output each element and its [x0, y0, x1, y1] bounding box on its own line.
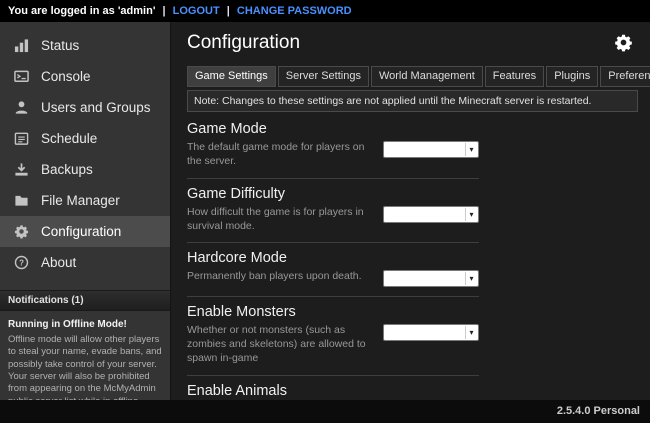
sidebar-item-label: Schedule [41, 131, 97, 146]
setting-row: Enable Animals Whether or not friendly a… [187, 376, 479, 400]
separator: | [227, 5, 230, 17]
setting-title: Game Difficulty [187, 186, 375, 202]
content-area: Status Console Users and Groups [0, 22, 650, 400]
sidebar-nav: Status Console Users and Groups [0, 22, 170, 278]
setting-title: Game Mode [187, 121, 375, 137]
notification-title: Running in Offline Mode! [8, 318, 162, 331]
chevron-down-icon: ▾ [465, 208, 477, 221]
gear-icon [12, 223, 30, 241]
setting-row: Game Difficulty How difficult the game i… [187, 179, 479, 244]
sidebar-item-configuration[interactable]: Configuration [0, 216, 170, 247]
setting-description: Whether or not monsters (such as zombies… [187, 324, 375, 366]
sidebar-item-label: Users and Groups [41, 100, 151, 115]
app-window: You are logged in as 'admin' | LOGOUT | … [0, 0, 650, 423]
console-icon [12, 68, 30, 86]
logged-in-text: You are logged in as 'admin' [8, 5, 155, 17]
tab-world-management[interactable]: World Management [371, 66, 483, 87]
sidebar-item-status[interactable]: Status [0, 30, 170, 61]
session-bar: You are logged in as 'admin' | LOGOUT | … [0, 0, 650, 22]
sidebar-item-label: Backups [41, 162, 93, 177]
settings-list: Game Mode The default game mode for play… [187, 114, 479, 400]
notification: Running in Offline Mode! Offline mode wi… [0, 311, 170, 400]
settings-gear-button[interactable] [614, 33, 634, 53]
setting-description: The default game mode for players on the… [187, 141, 375, 169]
sidebar-item-users-and-groups[interactable]: Users and Groups [0, 92, 170, 123]
sidebar-item-label: Configuration [41, 224, 121, 239]
chevron-down-icon: ▾ [465, 326, 477, 339]
tab-server-settings[interactable]: Server Settings [278, 66, 369, 87]
game-difficulty-select[interactable]: ▾ [383, 206, 479, 223]
chevron-down-icon: ▾ [465, 143, 477, 156]
notifications-header[interactable]: Notifications (1) [0, 290, 170, 311]
schedule-icon [12, 130, 30, 148]
config-tabs: Game Settings Server Settings World Mana… [187, 66, 642, 87]
game-mode-select[interactable]: ▾ [383, 141, 479, 158]
status-bar: 2.5.4.0 Personal [0, 400, 650, 423]
sidebar-item-file-manager[interactable]: File Manager [0, 185, 170, 216]
setting-title: Enable Animals [187, 383, 375, 399]
question-icon: ? [12, 254, 30, 272]
logout-link[interactable]: LOGOUT [173, 5, 220, 17]
sidebar-item-console[interactable]: Console [0, 61, 170, 92]
chevron-down-icon: ▾ [465, 272, 477, 285]
sidebar-item-label: Status [41, 38, 79, 53]
tab-features[interactable]: Features [485, 66, 544, 87]
restart-note: Note: Changes to these settings are not … [187, 90, 638, 112]
status-icon [12, 37, 30, 55]
tab-plugins[interactable]: Plugins [546, 66, 598, 87]
file-manager-icon [12, 192, 30, 210]
setting-title: Hardcore Mode [187, 250, 375, 266]
version-label: 2.5.4.0 Personal [557, 405, 640, 417]
sidebar-item-label: Console [41, 69, 91, 84]
page-title: Configuration [187, 32, 300, 54]
tab-game-settings[interactable]: Game Settings [187, 66, 276, 87]
hardcore-mode-select[interactable]: ▾ [383, 270, 479, 287]
setting-row: Game Mode The default game mode for play… [187, 114, 479, 179]
main-header: Configuration [187, 32, 642, 54]
setting-title: Enable Monsters [187, 304, 375, 320]
notification-text: Offline mode will allow other players to… [8, 334, 162, 400]
enable-monsters-select[interactable]: ▾ [383, 324, 479, 341]
change-password-link[interactable]: CHANGE PASSWORD [237, 5, 352, 17]
setting-description: Permanently ban players upon death. [187, 270, 375, 284]
setting-description: How difficult the game is for players in… [187, 206, 375, 234]
setting-row: Enable Monsters Whether or not monsters … [187, 297, 479, 376]
sidebar-item-label: About [41, 255, 76, 270]
setting-row: Hardcore Mode Permanently ban players up… [187, 243, 479, 297]
sidebar-item-about[interactable]: ? About [0, 247, 170, 278]
sidebar-item-schedule[interactable]: Schedule [0, 123, 170, 154]
separator: | [163, 5, 166, 17]
sidebar: Status Console Users and Groups [0, 22, 170, 400]
main-panel: Configuration Game Settings Server Setti… [170, 22, 650, 400]
svg-text:?: ? [19, 258, 24, 267]
sidebar-item-label: File Manager [41, 193, 120, 208]
backups-icon [12, 161, 30, 179]
users-icon [12, 99, 30, 117]
tab-preferences[interactable]: Preferences [600, 66, 650, 87]
sidebar-item-backups[interactable]: Backups [0, 154, 170, 185]
